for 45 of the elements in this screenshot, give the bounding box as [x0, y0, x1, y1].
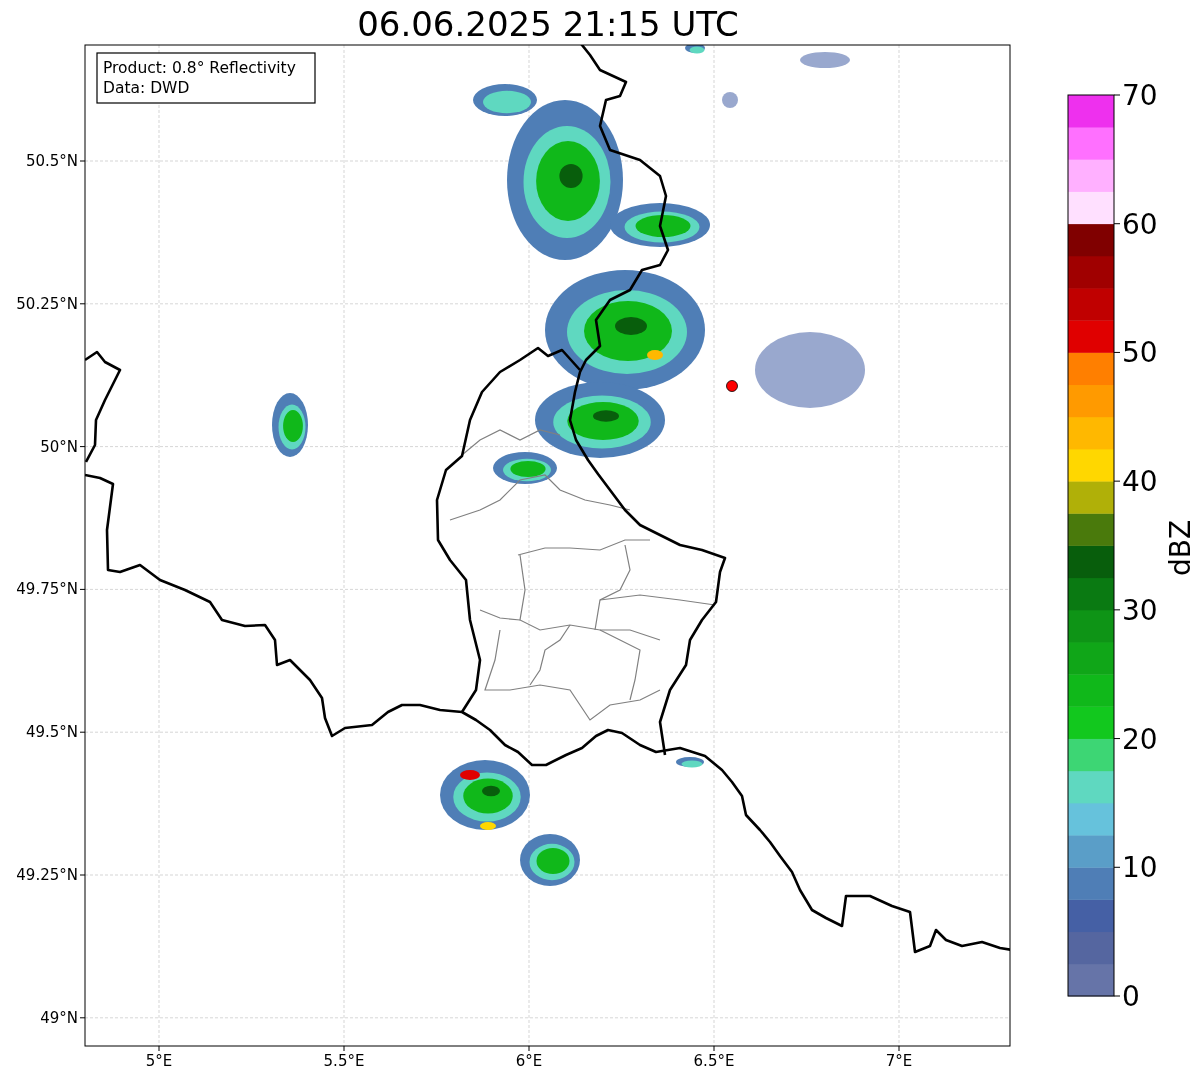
- colorbar-tick-label: 60: [1122, 207, 1158, 241]
- tick-mark: [79, 1017, 86, 1019]
- colorbar-tick-label: 0: [1122, 980, 1140, 1013]
- axis-tick-label: 5.5°E: [323, 1052, 365, 1070]
- tick-mark: [898, 1045, 900, 1052]
- tick-mark: [79, 588, 86, 590]
- axis-tick-label: 50°N: [40, 437, 78, 456]
- tick-mark: [1113, 995, 1121, 997]
- colorbar-tick-label: 10: [1122, 851, 1158, 885]
- colorbar-tick-label: 40: [1122, 465, 1158, 499]
- tick-mark: [79, 874, 86, 876]
- axis-tick-label: 5°E: [145, 1052, 173, 1070]
- tick-mark: [79, 303, 86, 305]
- axis-tick-label: 49.25°N: [16, 866, 78, 884]
- info-text: Product: 0.8° Reflectivity: [103, 59, 296, 77]
- colorbar-label: dBZ: [1164, 519, 1197, 577]
- colorbar-tick-label: 30: [1122, 593, 1158, 627]
- tick-mark: [1113, 609, 1121, 611]
- tick-mark: [528, 1045, 530, 1052]
- tick-mark: [1113, 866, 1121, 868]
- tick-mark: [1113, 738, 1121, 740]
- tick-mark: [1113, 480, 1121, 482]
- axis-tick-label: 7°E: [885, 1052, 913, 1070]
- tick-mark: [1113, 223, 1121, 225]
- axis-tick-label: 49.5°N: [25, 723, 78, 742]
- colorbar-tick-label: 50: [1122, 336, 1158, 370]
- tick-mark: [1113, 351, 1121, 353]
- axis-tick-label: 6°E: [515, 1052, 543, 1070]
- axis-tick-label: 6.5°E: [693, 1052, 735, 1070]
- axis-tick-label: 50.25°N: [16, 294, 78, 313]
- tick-mark: [713, 1045, 715, 1052]
- axis-tick-label: 50.5°N: [25, 152, 78, 170]
- colorbar-tick-label: 20: [1122, 722, 1158, 756]
- tick-mark: [158, 1045, 160, 1052]
- tick-mark: [79, 446, 86, 448]
- info-text: Data: DWD: [103, 79, 190, 97]
- tick-mark: [1113, 94, 1121, 96]
- location-marker: [726, 380, 738, 392]
- axis-tick-label: 49.75°N: [16, 580, 78, 599]
- tick-mark: [79, 731, 86, 733]
- axis-tick-label: 49°N: [40, 1008, 78, 1027]
- chart-title: 06.06.2025 21:15 UTC: [357, 4, 739, 44]
- tick-mark: [79, 160, 86, 162]
- colorbar-tick-label: 70: [1122, 79, 1158, 112]
- tick-mark: [343, 1045, 345, 1052]
